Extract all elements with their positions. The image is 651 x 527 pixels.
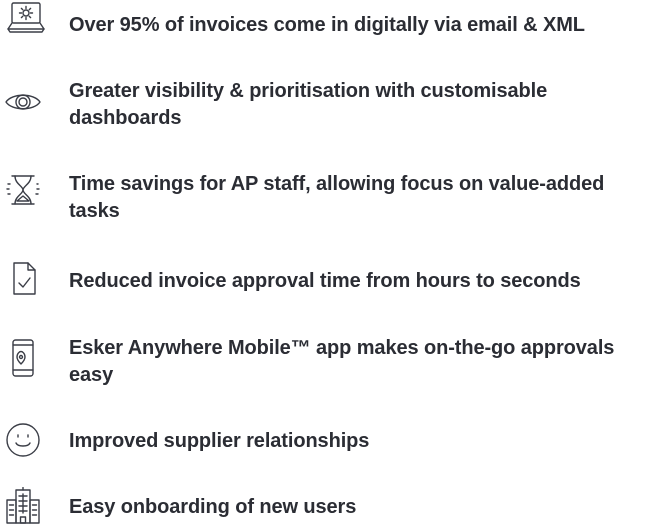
- benefit-text: Reduced invoice approval time from hours…: [69, 270, 581, 292]
- benefit-text: Esker Anywhere Mobile™ app makes on-the-…: [69, 337, 615, 386]
- laptop-gear-icon: [6, 0, 46, 40]
- mobile-location-icon: [3, 338, 43, 378]
- benefit-list: Over 95% of invoices come in digitally v…: [0, 0, 651, 524]
- buildings-icon: [3, 487, 43, 527]
- benefit-text: Improved supplier relationships: [69, 430, 370, 452]
- benefit-text: Easy onboarding of new users: [69, 496, 357, 518]
- benefit-text: Over 95% of invoices come in digitally v…: [69, 14, 585, 36]
- document-check-icon: [3, 259, 43, 299]
- smiley-icon: [3, 419, 43, 459]
- hourglass-icon: [3, 170, 43, 210]
- eye-icon: [3, 82, 43, 122]
- benefit-text: Greater visibility & prioritisation with…: [69, 80, 548, 129]
- benefit-text: Time savings for AP staff, allowing focu…: [69, 173, 605, 222]
